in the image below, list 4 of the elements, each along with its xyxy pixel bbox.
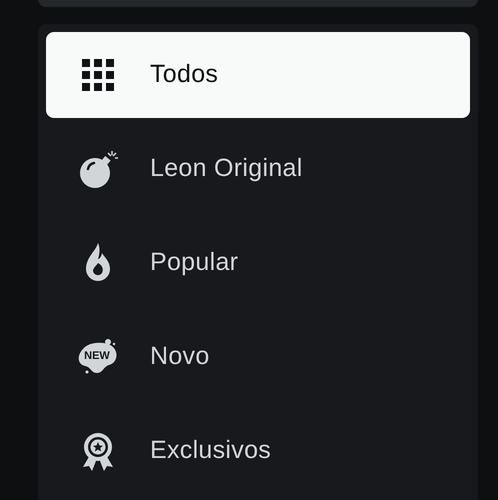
bomb-icon [78,149,118,189]
award-icon [81,431,115,471]
category-item[interactable]: Todos [46,32,470,118]
grid-icon [82,59,114,91]
